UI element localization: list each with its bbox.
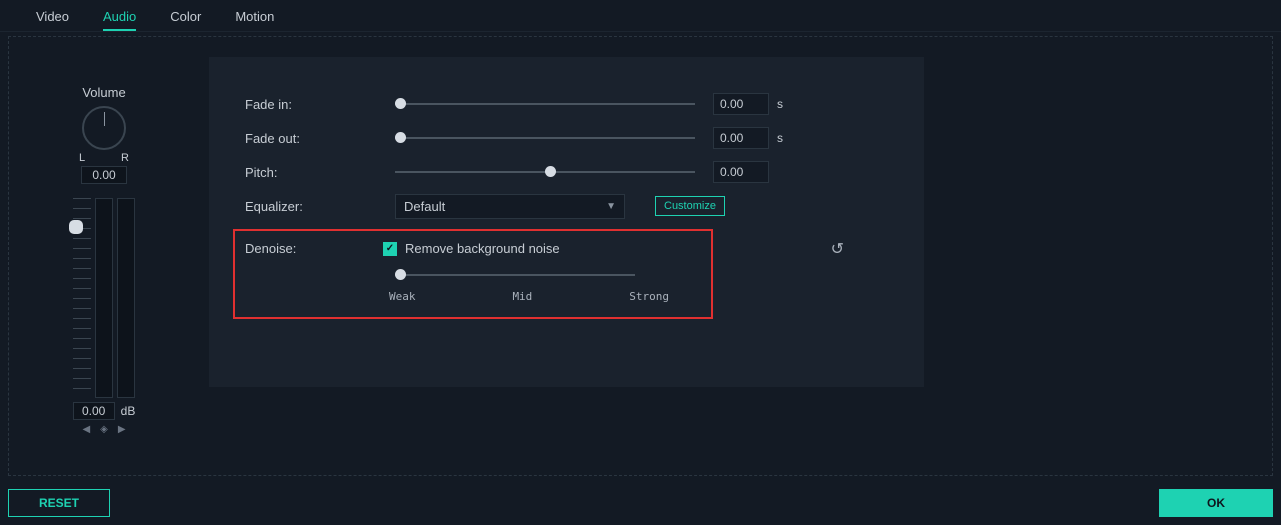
- volume-fader[interactable]: [73, 198, 91, 398]
- volume-panel: Volume L R 0.00 0.00 dB ◀ ◈ ▶: [9, 57, 199, 475]
- denoise-thumb[interactable]: [395, 269, 406, 280]
- fade-in-value[interactable]: 0.00: [713, 93, 769, 115]
- denoise-weak-label: Weak: [389, 290, 416, 303]
- reset-button[interactable]: RESET: [8, 489, 110, 517]
- pan-dial[interactable]: [82, 106, 126, 150]
- customize-button[interactable]: Customize: [655, 196, 725, 216]
- tab-audio[interactable]: Audio: [103, 6, 136, 31]
- prev-keyframe-icon[interactable]: ◀: [82, 424, 90, 435]
- volume-fader-thumb[interactable]: [69, 220, 83, 234]
- equalizer-select[interactable]: Default ▼: [395, 194, 625, 219]
- fade-out-slider[interactable]: [395, 137, 695, 139]
- denoise-scale-labels: Weak Mid Strong: [389, 290, 669, 303]
- denoise-section: Denoise: ✓ Remove background noise Weak …: [233, 229, 713, 319]
- fade-in-label: Fade in:: [245, 97, 395, 112]
- ok-button[interactable]: OK: [1159, 489, 1273, 517]
- pitch-label: Pitch:: [245, 165, 395, 180]
- tab-color[interactable]: Color: [170, 6, 201, 31]
- denoise-row: Denoise: ✓ Remove background noise: [245, 241, 701, 256]
- volume-title: Volume: [9, 85, 199, 100]
- denoise-mid-label: Mid: [512, 290, 532, 303]
- denoise-label: Denoise:: [245, 241, 383, 256]
- chevron-down-icon: ▼: [606, 201, 616, 212]
- pan-value[interactable]: 0.00: [81, 166, 127, 184]
- fade-in-slider[interactable]: [395, 103, 695, 105]
- tab-video[interactable]: Video: [36, 6, 69, 31]
- pan-lr-labels: L R: [79, 152, 129, 164]
- footer: RESET OK: [8, 489, 1273, 517]
- fade-out-thumb[interactable]: [395, 132, 406, 143]
- db-value[interactable]: 0.00: [73, 402, 115, 420]
- equalizer-selected: Default: [404, 199, 445, 214]
- pitch-row: Pitch: 0.00: [245, 155, 904, 189]
- pitch-value[interactable]: 0.00: [713, 161, 769, 183]
- reset-section-icon[interactable]: ↺: [831, 239, 844, 259]
- tab-motion[interactable]: Motion: [235, 6, 274, 31]
- transport-controls: ◀ ◈ ▶: [9, 424, 199, 435]
- settings-panel: Fade in: 0.00 s Fade out: 0.00 s Pitch: …: [209, 57, 924, 387]
- fade-in-row: Fade in: 0.00 s: [245, 87, 904, 121]
- pan-right-label: R: [121, 152, 129, 164]
- fade-out-unit: s: [777, 131, 783, 145]
- fade-out-row: Fade out: 0.00 s: [245, 121, 904, 155]
- db-unit: dB: [121, 404, 136, 418]
- add-keyframe-icon[interactable]: ◈: [100, 424, 108, 435]
- level-meters: [9, 198, 199, 398]
- pitch-thumb[interactable]: [545, 166, 556, 177]
- denoise-checkbox-label: Remove background noise: [405, 241, 560, 256]
- denoise-checkbox[interactable]: ✓: [383, 242, 397, 256]
- fade-out-value[interactable]: 0.00: [713, 127, 769, 149]
- pan-left-label: L: [79, 152, 85, 164]
- equalizer-row: Equalizer: Default ▼ Customize: [245, 189, 904, 223]
- level-meter-left: [95, 198, 113, 398]
- fade-in-thumb[interactable]: [395, 98, 406, 109]
- fade-out-label: Fade out:: [245, 131, 395, 146]
- denoise-strong-label: Strong: [629, 290, 669, 303]
- next-keyframe-icon[interactable]: ▶: [118, 424, 126, 435]
- level-meter-right: [117, 198, 135, 398]
- db-readout: 0.00 dB: [9, 402, 199, 420]
- denoise-slider-wrap: Weak Mid Strong: [395, 274, 645, 303]
- fade-in-unit: s: [777, 97, 783, 111]
- pitch-slider[interactable]: [395, 171, 695, 173]
- tab-bar: Video Audio Color Motion: [0, 0, 1281, 32]
- audio-panel: Volume L R 0.00 0.00 dB ◀ ◈ ▶ Fade in:: [8, 36, 1273, 476]
- equalizer-label: Equalizer:: [245, 199, 395, 214]
- denoise-slider[interactable]: [395, 274, 635, 276]
